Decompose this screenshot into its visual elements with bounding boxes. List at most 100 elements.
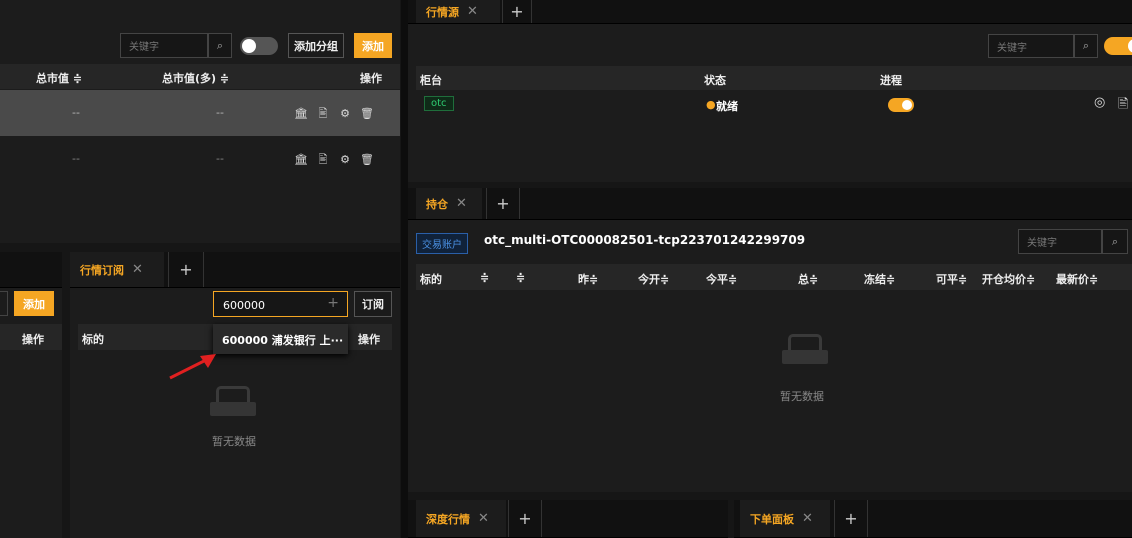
- add-tab-plus-icon[interactable]: +: [834, 500, 868, 537]
- process-toggle[interactable]: [888, 98, 914, 112]
- col-total[interactable]: 总≑: [798, 271, 818, 287]
- depth-tabbar: 深度行情 ✕ +: [408, 500, 728, 538]
- plus-icon[interactable]: +: [327, 295, 339, 311]
- document-icon[interactable]: 🖹: [312, 151, 334, 170]
- empty-text: 暂无数据: [212, 435, 256, 448]
- suggestion-dropdown[interactable]: 600000 浦发银行 上···: [213, 324, 348, 354]
- search-icon[interactable]: ⌕: [208, 33, 232, 58]
- table-header: 操作: [0, 324, 62, 350]
- col-counter: 柜台: [420, 74, 442, 87]
- tab-market-source[interactable]: 行情源 ✕: [416, 0, 500, 23]
- col-actions: 操作: [360, 72, 382, 85]
- col-target: 标的: [420, 273, 442, 286]
- col-actions: 操作: [358, 333, 380, 346]
- order-tabbar: 下单面板 ✕ +: [734, 500, 1132, 538]
- input-edge[interactable]: [0, 291, 8, 316]
- tab-depth[interactable]: 深度行情 ✕: [416, 500, 506, 537]
- table-row[interactable]: -- -- 🏛︎ 🖹 ⚙ 🗑︎: [0, 138, 400, 182]
- col-closable[interactable]: 可平≑: [936, 271, 967, 287]
- tab-positions[interactable]: 持仓 ✕: [416, 188, 482, 219]
- gear-icon[interactable]: ⚙: [334, 107, 356, 120]
- add-tab-plus-icon[interactable]: +: [502, 0, 532, 23]
- close-icon[interactable]: ✕: [478, 511, 489, 526]
- left-bottom-tabbar: [0, 252, 62, 288]
- status-dot-icon: ●: [706, 98, 716, 111]
- trash-icon[interactable]: 🗑︎: [356, 153, 378, 166]
- search-input[interactable]: 关键字: [1018, 229, 1102, 254]
- subscription-panel: 600000 + 订阅 标的 操作 600000 浦发银行 上··· 暂无数据: [70, 288, 400, 538]
- left-bottom-panel: 添加 操作: [0, 288, 62, 538]
- empty-text: 暂无数据: [780, 390, 824, 403]
- close-icon[interactable]: ✕: [132, 262, 143, 277]
- col-status: 状态: [704, 74, 726, 87]
- source-panel: 关键字 ⌕ 柜台 状态 进程 otc ● 就绪 ◎ 🖹: [408, 24, 1132, 182]
- add-button[interactable]: 添加: [354, 33, 392, 58]
- market-value-cell: --: [72, 152, 80, 165]
- trash-icon[interactable]: 🗑︎: [356, 107, 378, 120]
- vertical-divider[interactable]: [401, 0, 408, 538]
- search-icon[interactable]: ⌕: [1074, 34, 1098, 58]
- col-actions: 操作: [22, 333, 44, 346]
- close-icon[interactable]: ✕: [456, 196, 467, 211]
- col-frozen[interactable]: 冻结≑: [864, 271, 895, 287]
- search-input[interactable]: 关键字: [120, 33, 208, 58]
- col-sort-2[interactable]: ≑: [516, 271, 525, 284]
- search-icon[interactable]: ⌕: [1102, 229, 1128, 254]
- code-input[interactable]: 600000 +: [213, 291, 348, 317]
- col-process: 进程: [880, 74, 902, 87]
- col-market-value[interactable]: 总市值 ≑: [36, 70, 82, 86]
- col-yesterday[interactable]: 昨≑: [578, 271, 598, 287]
- subscription-tabbar: 行情订阅 ✕ +: [70, 252, 400, 288]
- gear-icon[interactable]: ⚙: [334, 153, 356, 166]
- account-name: otc_multi-OTC000082501-tcp22370124229970…: [484, 233, 806, 247]
- table-header: 柜台 状态 进程: [416, 66, 1132, 90]
- close-icon[interactable]: ✕: [802, 511, 813, 526]
- status-text: 就绪: [716, 100, 738, 113]
- add-tab-plus-icon[interactable]: +: [168, 252, 204, 287]
- table-row[interactable]: -- -- 🏛︎ 🖹 ⚙ 🗑︎: [0, 90, 400, 136]
- table-header: 标的 ≑ ≑ 昨≑ 今开≑ 今平≑ 总≑ 冻结≑ 可平≑ 开仓均价≑ 最新价≑: [416, 264, 1132, 290]
- document-icon[interactable]: 🖹: [1118, 95, 1128, 117]
- add-button[interactable]: 添加: [14, 291, 54, 316]
- account-badge: 交易账户: [416, 233, 468, 254]
- col-today-close[interactable]: 今平≑: [706, 271, 737, 287]
- eye-icon[interactable]: ◎: [1094, 95, 1105, 110]
- tab-subscription[interactable]: 行情订阅 ✕: [70, 252, 164, 287]
- col-today-open[interactable]: 今开≑: [638, 271, 669, 287]
- red-arrow-annotation: [169, 354, 216, 380]
- col-target: 标的: [82, 333, 104, 346]
- empty-inbox-icon: [204, 386, 262, 418]
- positions-panel: 交易账户 otc_multi-OTC000082501-tcp223701242…: [408, 220, 1132, 492]
- left-top-panel: 关键字 ⌕ 添加分组 添加 总市值 ≑ 总市值(多) ≑ 操作 -- -- 🏛︎…: [0, 0, 400, 243]
- col-sort-1[interactable]: ≑: [480, 271, 489, 284]
- code-input-value: 600000: [223, 299, 265, 312]
- positions-tabbar: 持仓 ✕ +: [408, 188, 1132, 220]
- close-icon[interactable]: ✕: [467, 4, 478, 19]
- bank-icon[interactable]: 🏛︎: [290, 153, 312, 166]
- market-value-long-cell: --: [216, 106, 224, 119]
- col-last-price[interactable]: 最新价≑: [1056, 271, 1098, 287]
- market-value-cell: --: [72, 106, 80, 119]
- source-tabbar: 行情源 ✕ +: [408, 0, 1132, 24]
- otc-tag: otc: [424, 96, 454, 111]
- tab-label: 深度行情: [426, 512, 470, 526]
- add-group-button[interactable]: 添加分组: [288, 33, 344, 58]
- col-market-value-long[interactable]: 总市值(多) ≑: [162, 70, 229, 86]
- toggle-switch[interactable]: [240, 37, 278, 55]
- col-avg-price[interactable]: 开仓均价≑: [982, 271, 1035, 287]
- tab-label: 行情订阅: [80, 263, 124, 277]
- document-icon[interactable]: 🖹: [312, 105, 334, 124]
- toggle-switch[interactable]: [1104, 37, 1132, 55]
- tab-order-panel[interactable]: 下单面板 ✕: [740, 500, 830, 537]
- add-tab-plus-icon[interactable]: +: [508, 500, 542, 537]
- market-value-long-cell: --: [216, 152, 224, 165]
- bank-icon[interactable]: 🏛︎: [290, 107, 312, 120]
- table-row[interactable]: otc ● 就绪 ◎ 🖹: [416, 92, 1132, 118]
- tab-label: 下单面板: [750, 512, 794, 526]
- tab-label: 行情源: [426, 5, 459, 19]
- search-input[interactable]: 关键字: [988, 34, 1074, 58]
- empty-inbox-icon: [776, 334, 834, 366]
- add-tab-plus-icon[interactable]: +: [486, 188, 520, 219]
- suggestion-item[interactable]: 600000 浦发银行 上···: [222, 332, 343, 348]
- subscribe-button[interactable]: 订阅: [354, 291, 392, 317]
